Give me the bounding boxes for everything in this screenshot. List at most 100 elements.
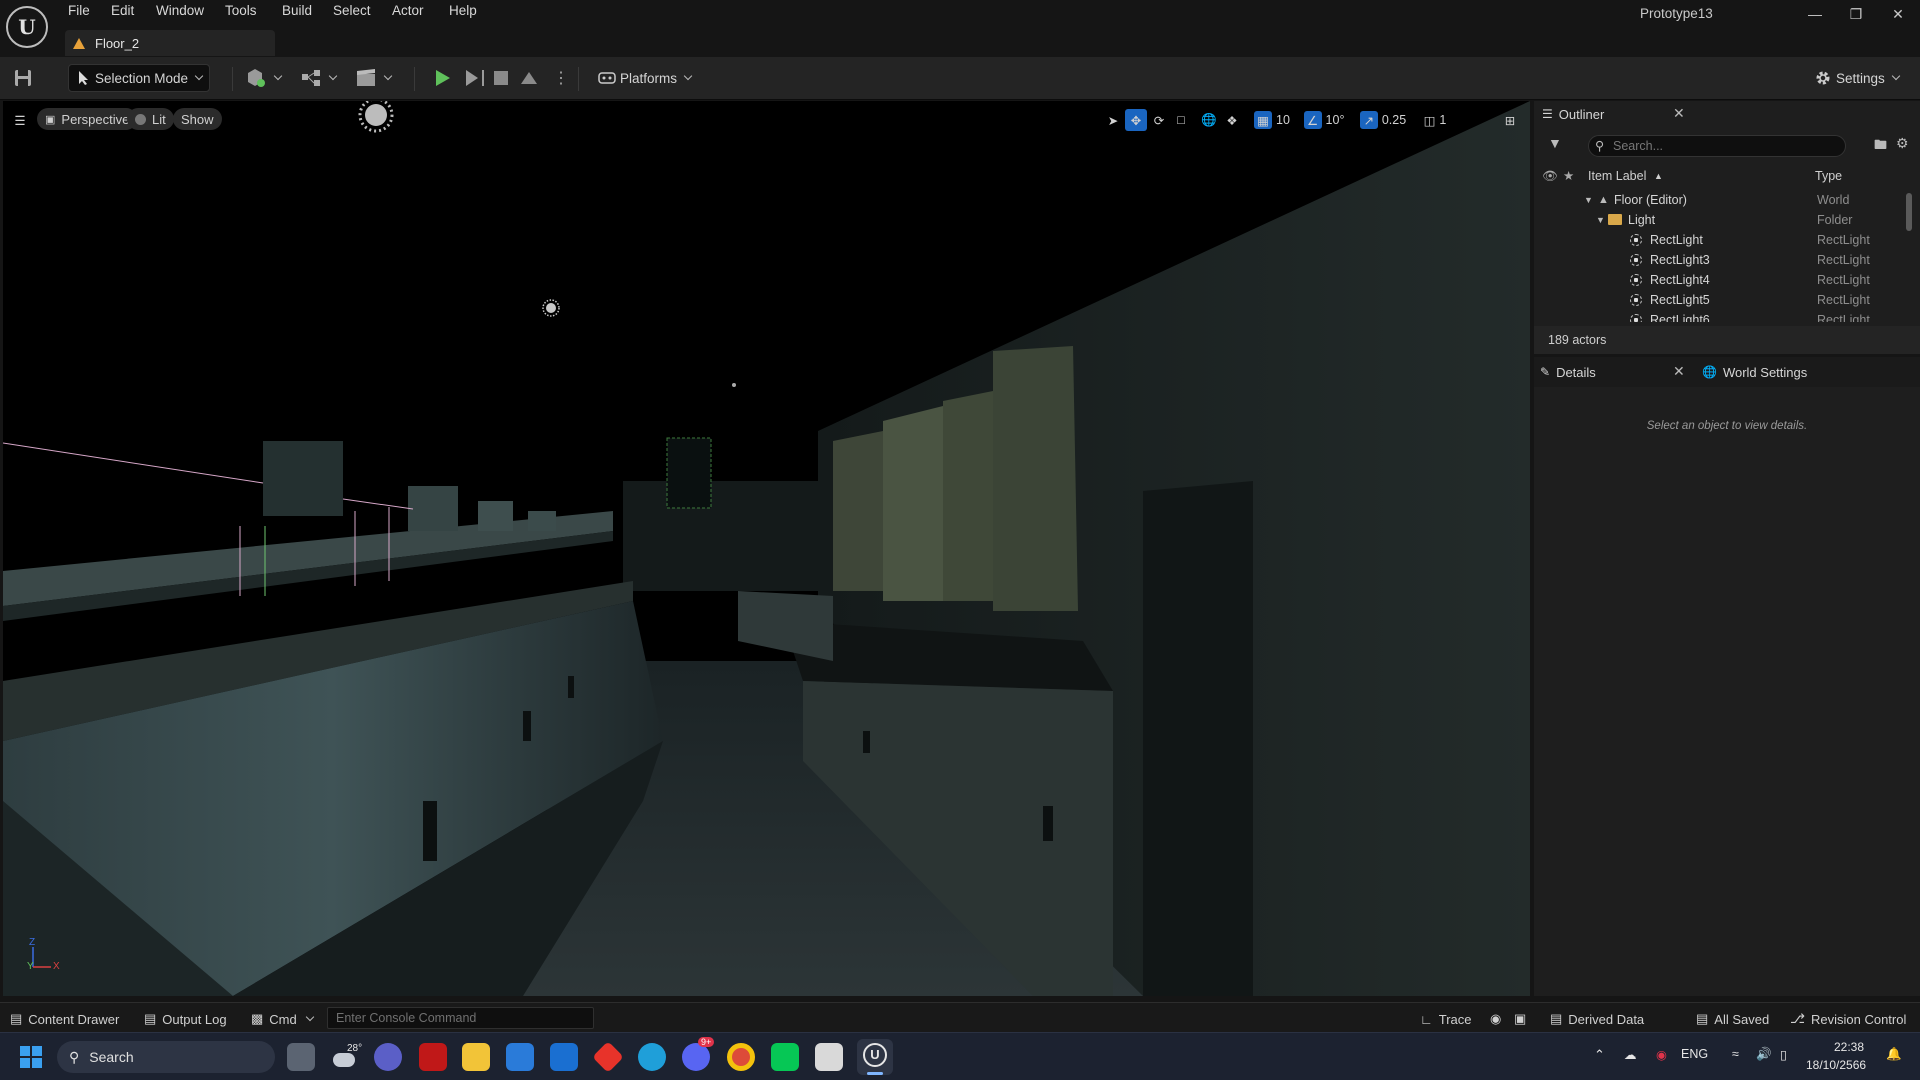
word-icon[interactable] <box>550 1043 578 1071</box>
blueprint-icon[interactable] <box>300 64 338 92</box>
menu-window[interactable]: Window <box>156 3 204 18</box>
content-drawer-button[interactable]: ▤ Content Drawer <box>10 1009 119 1029</box>
outliner-settings-icon[interactable]: ⚙ <box>1896 135 1909 152</box>
select-tool-icon[interactable]: ➤ <box>1103 109 1123 131</box>
rotation-snap-button[interactable]: ∠ 10° <box>1299 109 1349 131</box>
visibility-column-icon[interactable]: 👁 <box>1542 165 1558 187</box>
microphone-icon[interactable]: ◉ <box>1656 1047 1667 1062</box>
outliner-row-actor[interactable]: RectLight6 RectLight <box>1534 310 1906 322</box>
outliner-row-actor[interactable]: RectLight5 RectLight <box>1534 290 1906 310</box>
derived-data-button[interactable]: ▤ Derived Data <box>1550 1009 1644 1029</box>
save-icon[interactable] <box>14 64 32 92</box>
cinematics-icon[interactable] <box>355 64 393 92</box>
menu-select[interactable]: Select <box>333 3 371 18</box>
menu-edit[interactable]: Edit <box>111 3 134 18</box>
output-log-button[interactable]: ▤ Output Log <box>144 1009 227 1029</box>
git-icon[interactable] <box>592 1041 624 1073</box>
stop-button[interactable] <box>494 64 508 92</box>
chrome-icon[interactable] <box>727 1043 755 1071</box>
directional-light-icon[interactable] <box>358 101 394 133</box>
viewport-menu-icon[interactable]: ☰ <box>9 109 31 131</box>
windows-start-icon[interactable] <box>20 1046 42 1068</box>
notification-bell-icon[interactable]: 🔔 <box>1886 1047 1902 1062</box>
close-window-icon[interactable]: ✕ <box>1886 6 1910 26</box>
perspective-button[interactable]: ▣ Perspective <box>37 108 138 130</box>
battery-icon[interactable]: ▯ <box>1780 1047 1787 1062</box>
edge-icon[interactable] <box>638 1043 666 1071</box>
outliner-close-icon[interactable]: ✕ <box>1673 105 1685 122</box>
weather-widget[interactable]: 28° <box>333 1043 363 1071</box>
minimize-icon[interactable]: — <box>1803 6 1827 26</box>
filter-icon[interactable]: ▼ <box>1548 135 1562 151</box>
language-indicator[interactable]: ENG <box>1681 1047 1708 1061</box>
snipping-tool-icon[interactable] <box>815 1043 843 1071</box>
clock-date[interactable]: 18/10/2566 <box>1806 1058 1866 1072</box>
settings-button[interactable]: Settings <box>1814 64 1901 92</box>
cmd-dropdown[interactable]: ▩ Cmd <box>251 1009 314 1029</box>
add-folder-icon[interactable]: 🖿 <box>1874 136 1887 158</box>
screenshot-icon[interactable]: ▣ <box>1514 1009 1526 1029</box>
scale-snap-button[interactable]: ↗ 0.25 <box>1355 109 1411 131</box>
lit-button[interactable]: Lit <box>127 108 174 130</box>
menu-file[interactable]: File <box>68 3 90 18</box>
volume-icon[interactable]: 🔊 <box>1756 1047 1772 1062</box>
restore-icon[interactable]: ❐ <box>1844 6 1868 26</box>
onedrive-icon[interactable]: ☁ <box>1624 1047 1637 1062</box>
point-light-icon[interactable] <box>542 299 560 317</box>
details-close-icon[interactable]: ✕ <box>1673 363 1685 380</box>
col-item-label[interactable]: Item Label <box>1588 165 1646 187</box>
camera-speed-button[interactable]: ◫ 1 <box>1417 109 1453 131</box>
store-icon[interactable] <box>506 1043 534 1071</box>
task-view-icon[interactable] <box>287 1043 315 1071</box>
unreal-editor-taskbar-button[interactable]: U <box>857 1039 893 1075</box>
unreal-logo-icon[interactable]: U <box>6 6 48 48</box>
outliner-tab[interactable]: ☰ Outliner <box>1542 102 1604 126</box>
wifi-icon[interactable]: ≈ <box>1732 1047 1739 1061</box>
trace-button[interactable]: ∟ Trace <box>1420 1009 1471 1029</box>
all-saved-button[interactable]: ▤ All Saved <box>1696 1009 1769 1029</box>
more-options-icon[interactable]: ⋮ <box>553 64 569 92</box>
world-space-icon[interactable]: 🌐 <box>1199 109 1219 131</box>
line-icon[interactable] <box>771 1043 799 1071</box>
viewport-layout-icon[interactable]: ⊞ <box>1500 109 1520 131</box>
platforms-button[interactable]: Platforms <box>598 64 693 92</box>
scale-tool-icon[interactable]: □ <box>1171 109 1191 131</box>
outliner-row-actor[interactable]: RectLight3 RectLight <box>1534 250 1906 270</box>
console-input[interactable]: Enter Console Command <box>327 1007 594 1029</box>
translate-tool-icon[interactable]: ✥ <box>1125 109 1147 131</box>
menu-help[interactable]: Help <box>449 3 477 18</box>
menu-build[interactable]: Build <box>282 3 312 18</box>
taskbar-search[interactable]: ⚲ Search <box>57 1041 275 1073</box>
selection-mode-dropdown[interactable]: Selection Mode <box>68 64 210 92</box>
pin-column-icon[interactable]: ★ <box>1563 165 1574 187</box>
surface-snap-icon[interactable]: ❖ <box>1221 109 1243 131</box>
clock-time[interactable]: 22:38 <box>1812 1040 1864 1054</box>
outliner-scrollbar[interactable] <box>1906 193 1912 231</box>
col-type[interactable]: Type <box>1815 165 1842 187</box>
add-actor-icon[interactable] <box>245 64 283 92</box>
outliner-row-actor[interactable]: RectLight4 RectLight <box>1534 270 1906 290</box>
advance-frame-icon[interactable] <box>466 64 484 92</box>
outliner-row-actor[interactable]: RectLight RectLight <box>1534 230 1906 250</box>
menu-actor[interactable]: Actor <box>392 3 424 18</box>
outliner-row-world[interactable]: ▼ ▲ Floor (Editor) World <box>1534 190 1906 210</box>
grid-snap-button[interactable]: ▦ 10 <box>1249 109 1295 131</box>
play-button[interactable] <box>436 64 450 92</box>
teams-icon[interactable] <box>374 1043 402 1071</box>
outliner-search-input[interactable]: ⚲ Search... <box>1588 135 1846 157</box>
file-explorer-icon[interactable] <box>462 1043 490 1071</box>
level-tab[interactable]: Floor_2 <box>65 30 275 56</box>
record-icon[interactable]: ◉ <box>1490 1009 1501 1029</box>
revision-control-button[interactable]: ⎇ Revision Control <box>1790 1009 1906 1029</box>
level-viewport[interactable]: ☰ ▣ Perspective Lit Show ➤ ✥ ⟳ □ 🌐 ❖ ▦ 1… <box>3 101 1530 996</box>
mcafee-icon[interactable] <box>419 1043 447 1071</box>
rotate-tool-icon[interactable]: ⟳ <box>1149 109 1169 131</box>
outliner-row-folder[interactable]: ▼ Light Folder <box>1534 210 1906 230</box>
menu-tools[interactable]: Tools <box>225 3 257 18</box>
discord-icon[interactable]: 9+ <box>682 1037 715 1071</box>
world-settings-tab[interactable]: 🌐 World Settings <box>1702 360 1807 384</box>
tray-chevron-icon[interactable]: ⌃ <box>1594 1047 1605 1063</box>
details-tab[interactable]: ✎ Details <box>1540 360 1596 384</box>
show-button[interactable]: Show <box>173 108 222 130</box>
eject-button[interactable] <box>521 64 537 92</box>
